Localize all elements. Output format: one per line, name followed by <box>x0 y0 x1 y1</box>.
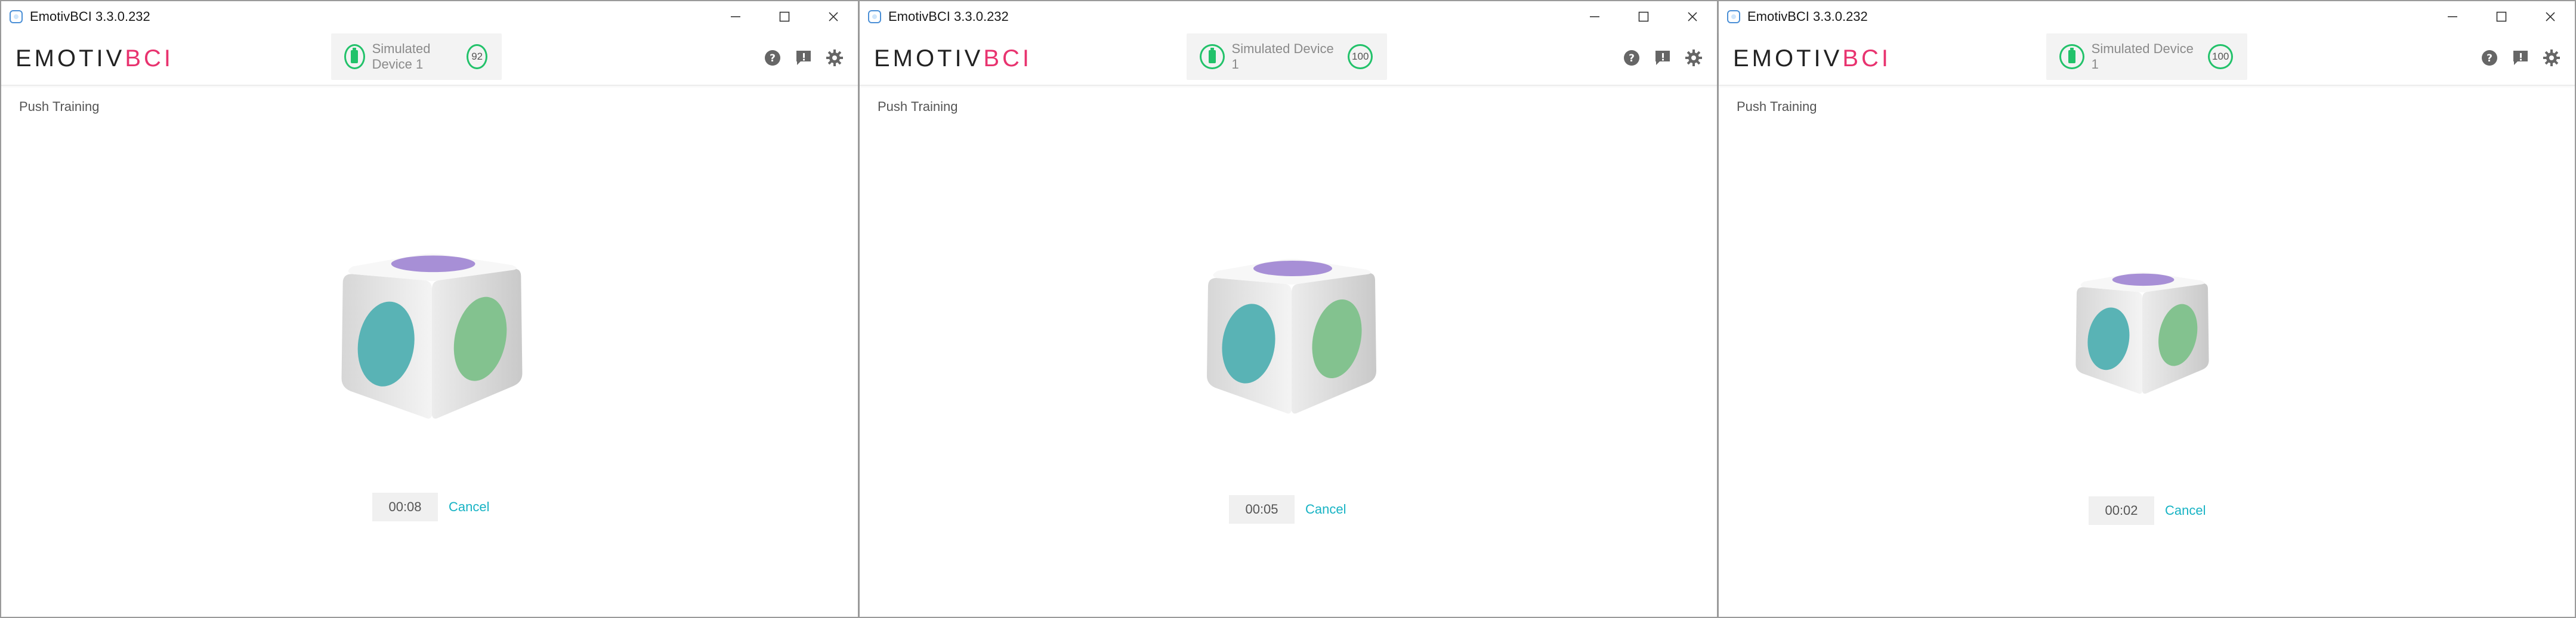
emotiv-window-2: EmotivBCI 3.3.0.232 EMOTIVBCI Simulated … <box>858 0 1718 618</box>
title-bar: EmotivBCI 3.3.0.232 <box>1 1 858 32</box>
minimize-icon[interactable] <box>1570 1 1619 32</box>
header-icons: ? <box>2479 48 2562 68</box>
device-status-chip[interactable]: Simulated Device 1 92 <box>331 33 502 80</box>
app-header: EMOTIVBCI Simulated Device 1 100 ? <box>1719 32 2575 86</box>
emotiv-window-1: EmotivBCI 3.3.0.232 EMOTIVBCI Simulated … <box>0 0 859 618</box>
section-title: Push Training <box>1737 99 1817 114</box>
training-timer-row: 00:02 Cancel <box>2089 496 2206 525</box>
window-title: EmotivBCI 3.3.0.232 <box>1747 9 1868 24</box>
gear-icon[interactable] <box>2541 48 2562 68</box>
window-controls <box>1570 1 1717 32</box>
close-icon[interactable] <box>809 1 858 32</box>
help-icon[interactable]: ? <box>1621 48 1642 68</box>
svg-text:?: ? <box>1629 52 1635 64</box>
countdown-timer: 00:05 <box>1229 495 1295 524</box>
cancel-link[interactable]: Cancel <box>449 499 489 515</box>
cancel-link[interactable]: Cancel <box>2165 503 2206 518</box>
battery-icon <box>2059 44 2084 69</box>
emotiv-bci-logo: EMOTIVBCI <box>874 45 1032 72</box>
logo-part-bci: BCI <box>983 45 1033 72</box>
logo-part-emotiv: EMOTIV <box>16 45 125 72</box>
maximize-icon[interactable] <box>2477 1 2526 32</box>
section-title: Push Training <box>878 99 958 114</box>
training-cube <box>1202 254 1381 421</box>
device-name: Simulated Device 1 <box>2091 41 2194 72</box>
countdown-timer: 00:02 <box>2089 496 2154 525</box>
battery-icon <box>344 44 365 69</box>
device-status-chip[interactable]: Simulated Device 1 100 <box>1187 33 1387 80</box>
emotiv-bci-logo: EMOTIVBCI <box>1733 45 1891 72</box>
logo-part-emotiv: EMOTIV <box>1733 45 1843 72</box>
header-icons: ? <box>762 48 845 68</box>
close-icon[interactable] <box>1668 1 1717 32</box>
device-status-chip[interactable]: Simulated Device 1 100 <box>2046 33 2247 80</box>
countdown-timer: 00:08 <box>372 493 438 521</box>
emotiv-window-3: EmotivBCI 3.3.0.232 EMOTIVBCI Simulated … <box>1718 0 2576 618</box>
emotiv-app-icon <box>1727 10 1740 23</box>
signal-quality-badge: 100 <box>1348 44 1373 69</box>
app-header: EMOTIVBCI Simulated Device 1 100 ? <box>860 32 1717 86</box>
window-controls <box>711 1 858 32</box>
signal-quality-badge: 100 <box>2208 44 2234 69</box>
training-cube <box>2071 268 2214 400</box>
logo-part-bci: BCI <box>1842 45 1892 72</box>
battery-icon <box>1200 44 1225 69</box>
title-bar: EmotivBCI 3.3.0.232 <box>860 1 1717 32</box>
header-icons: ? <box>1621 48 1704 68</box>
signal-quality-badge: 92 <box>467 44 487 69</box>
svg-text:?: ? <box>2487 52 2492 64</box>
cancel-link[interactable]: Cancel <box>1305 502 1346 517</box>
emotiv-app-icon <box>868 10 881 23</box>
close-icon[interactable] <box>2526 1 2575 32</box>
maximize-icon[interactable] <box>760 1 809 32</box>
window-title: EmotivBCI 3.3.0.232 <box>30 9 150 24</box>
gear-icon[interactable] <box>824 48 845 68</box>
window-title: EmotivBCI 3.3.0.232 <box>888 9 1009 24</box>
feedback-icon[interactable] <box>1653 48 1673 68</box>
training-timer-row: 00:05 Cancel <box>1229 495 1346 524</box>
app-header: EMOTIVBCI Simulated Device 1 92 ? <box>1 32 858 86</box>
window-controls <box>2428 1 2575 32</box>
emotiv-bci-logo: EMOTIVBCI <box>16 45 174 72</box>
logo-part-bci: BCI <box>125 45 174 72</box>
section-title: Push Training <box>19 99 100 114</box>
logo-part-emotiv: EMOTIV <box>874 45 984 72</box>
device-name: Simulated Device 1 <box>372 41 431 72</box>
help-icon[interactable]: ? <box>2479 48 2500 68</box>
training-timer-row: 00:08 Cancel <box>372 493 489 521</box>
device-name: Simulated Device 1 <box>1231 41 1334 72</box>
emotiv-app-icon <box>10 10 23 23</box>
title-bar: EmotivBCI 3.3.0.232 <box>1719 1 2575 32</box>
minimize-icon[interactable] <box>2428 1 2477 32</box>
feedback-icon[interactable] <box>793 48 814 68</box>
help-icon[interactable]: ? <box>762 48 783 68</box>
gear-icon[interactable] <box>1684 48 1704 68</box>
maximize-icon[interactable] <box>1619 1 1668 32</box>
minimize-icon[interactable] <box>711 1 760 32</box>
training-cube <box>336 248 527 427</box>
feedback-icon[interactable] <box>2510 48 2531 68</box>
svg-text:?: ? <box>770 52 776 64</box>
